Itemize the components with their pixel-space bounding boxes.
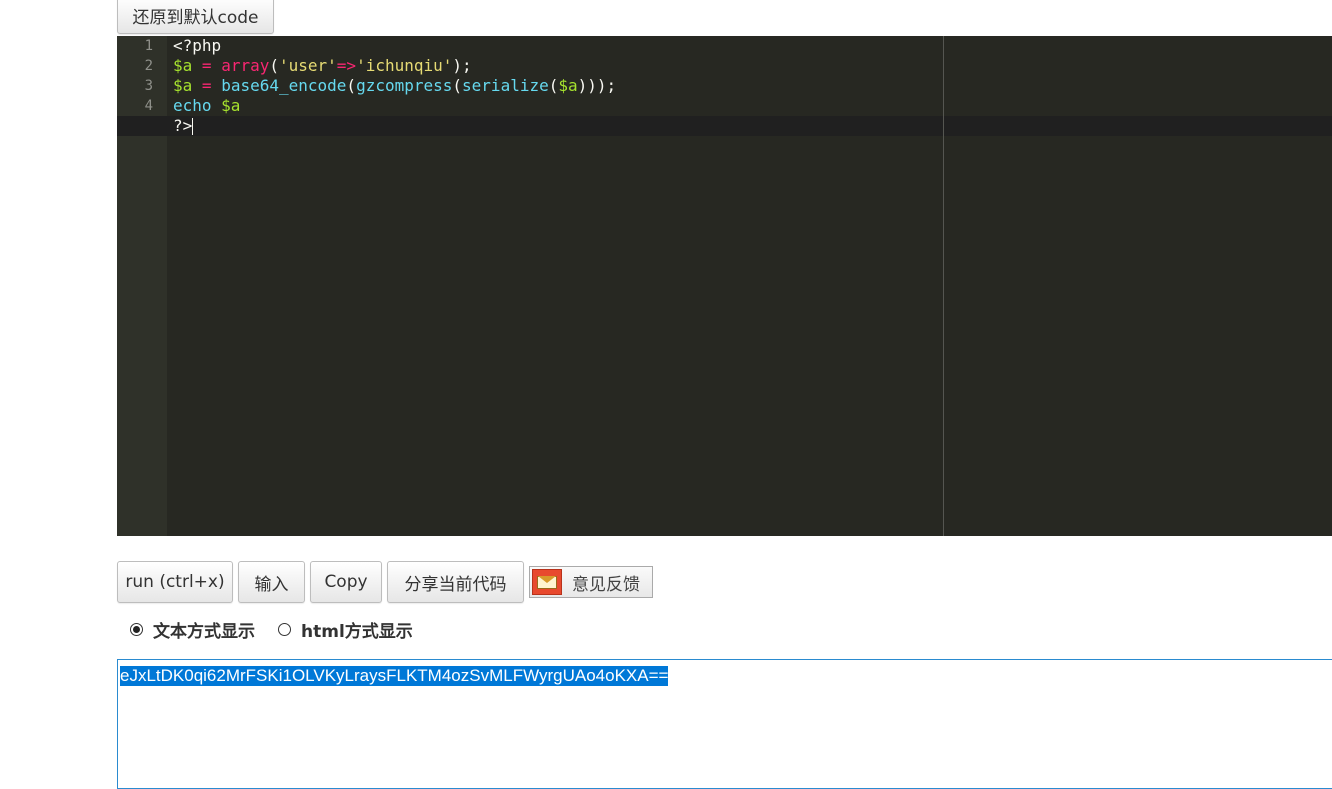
html-mode-radio[interactable] xyxy=(278,622,291,636)
line-number-gutter: 12345 xyxy=(117,36,167,536)
output-box[interactable]: eJxLtDK0qi62MrFSKi1OLVKyLraysFLKTM4ozSvM… xyxy=(117,659,1332,789)
code-token: echo xyxy=(173,96,212,115)
code-token: = xyxy=(201,56,212,75)
text-cursor xyxy=(192,118,194,135)
code-line: ?> xyxy=(173,116,194,136)
code-token: $a xyxy=(173,76,193,95)
line-number: 4 xyxy=(144,98,153,114)
mail-icon xyxy=(532,569,562,595)
text-mode-radio[interactable] xyxy=(130,622,143,636)
code-token: array xyxy=(221,56,270,75)
code-line: $a = base64_encode(gzcompress(serialize(… xyxy=(173,76,616,96)
code-token: ( xyxy=(269,56,279,75)
code-token: base64_encode xyxy=(221,76,347,95)
code-token: 'user' xyxy=(279,56,337,75)
code-token: gzcompress xyxy=(356,76,453,95)
code-line: $a = array('user'=>'ichunqiu'); xyxy=(173,56,472,76)
code-token: $a xyxy=(558,76,578,95)
code-token: ( xyxy=(548,76,559,95)
feedback-button[interactable]: 意见反馈 xyxy=(529,566,653,598)
active-line-highlight xyxy=(117,116,1332,136)
display-mode-html-option[interactable]: html方式显示 xyxy=(278,618,413,642)
line-number: 3 xyxy=(144,78,153,94)
line-number: 2 xyxy=(144,58,153,74)
text-mode-label: 文本方式显示 xyxy=(153,621,255,642)
reset-default-code-button[interactable]: 还原到默认code xyxy=(117,0,274,34)
code-token: ( xyxy=(452,76,463,95)
run-button[interactable]: run (ctrl+x) xyxy=(117,561,233,603)
output-text: eJxLtDK0qi62MrFSKi1OLVKyLraysFLKTM4ozSvM… xyxy=(120,666,669,686)
feedback-label: 意见反馈 xyxy=(572,574,640,595)
code-token: ( xyxy=(346,76,357,95)
code-editor[interactable]: 12345 <?php$a = array('user'=>'ichunqiu'… xyxy=(117,36,1332,536)
input-button[interactable]: 输入 xyxy=(238,561,305,603)
share-code-button[interactable]: 分享当前代码 xyxy=(387,561,524,603)
code-token: $a xyxy=(173,56,193,75)
print-margin xyxy=(943,36,944,536)
code-token: = xyxy=(201,76,212,95)
html-mode-label: html方式显示 xyxy=(301,621,413,642)
code-line: echo $a xyxy=(173,96,240,116)
display-mode-text-option[interactable]: 文本方式显示 xyxy=(130,618,255,642)
code-token: serialize xyxy=(462,76,549,95)
code-token: <?php xyxy=(173,36,222,55)
code-token: ); xyxy=(452,56,472,75)
line-number: 1 xyxy=(144,38,153,54)
code-token: 'ichunqiu' xyxy=(356,56,453,75)
code-token: => xyxy=(336,56,357,75)
code-token: ))); xyxy=(577,76,617,95)
code-token: ?> xyxy=(173,116,193,135)
code-token: $a xyxy=(221,96,241,115)
copy-button[interactable]: Copy xyxy=(310,561,382,603)
code-line: <?php xyxy=(173,36,221,56)
